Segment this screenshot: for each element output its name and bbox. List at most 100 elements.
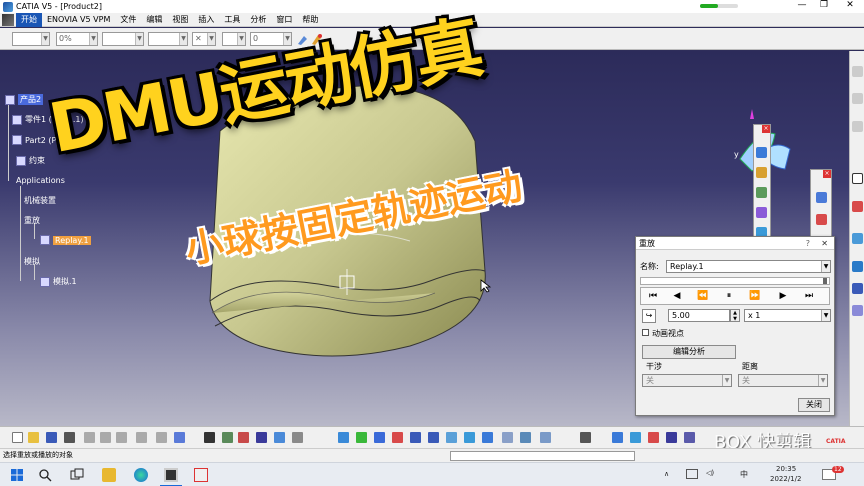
sectioning-icon[interactable] (666, 432, 677, 443)
tools-icon[interactable] (292, 432, 303, 443)
menu-insert[interactable]: 插入 (193, 13, 219, 27)
step-size-field[interactable]: 5.00 (668, 309, 730, 322)
transparency-field[interactable]: 0% ▼ (56, 32, 98, 46)
line-thickness-field[interactable]: ▼ (102, 32, 144, 46)
app-taskbar-icon[interactable] (194, 468, 208, 482)
tool-icon[interactable] (852, 261, 863, 272)
tool-icon[interactable] (852, 201, 863, 212)
play-forward-button[interactable]: ▶ (772, 289, 794, 303)
close-icon[interactable]: × (762, 125, 770, 133)
search-icon[interactable] (38, 468, 52, 482)
tool-icon[interactable] (852, 121, 863, 132)
step-backward-button[interactable]: ⏪ (692, 289, 714, 303)
redo-icon[interactable] (156, 432, 167, 443)
menu-view[interactable]: 视图 (167, 13, 193, 27)
comment-icon[interactable] (222, 432, 233, 443)
menu-window[interactable]: 窗口 (271, 13, 297, 27)
task-view-icon[interactable] (70, 468, 84, 482)
restore-button[interactable]: ❐ (814, 0, 834, 10)
menu-file[interactable]: 文件 (115, 13, 141, 27)
menu-tools[interactable]: 工具 (219, 13, 245, 27)
help-button[interactable]: ? (806, 237, 810, 250)
compass-icon[interactable] (612, 432, 623, 443)
distance-tool-icon[interactable] (816, 214, 827, 225)
windows-start-icon[interactable] (10, 468, 24, 482)
command-input[interactable] (450, 451, 635, 461)
tree-mechanism[interactable]: 机械装置 (24, 195, 56, 206)
whats-this-icon[interactable] (174, 432, 185, 443)
print-icon[interactable] (64, 432, 75, 443)
dialog-close-icon[interactable]: ✕ (821, 237, 828, 250)
select-arrow-icon[interactable] (852, 173, 863, 184)
catia-taskbar-icon[interactable] (164, 468, 178, 482)
animate-viewpoint-checkbox[interactable] (642, 329, 649, 336)
tree-replay-item[interactable]: Replay.1 (40, 235, 91, 245)
minimize-button[interactable]: — (792, 0, 812, 10)
tool-icon[interactable] (852, 93, 863, 104)
tree-simulation[interactable]: 模拟 (24, 256, 40, 267)
network-icon[interactable] (686, 469, 698, 479)
copy-icon[interactable] (100, 432, 111, 443)
speed-select[interactable]: x 1 ▼ (744, 309, 831, 322)
close-icon[interactable]: × (823, 170, 831, 178)
catia-menu-icon[interactable] (2, 13, 14, 26)
line-type-field[interactable]: ▼ (148, 32, 188, 46)
dialog-close-button[interactable]: 关闭 (798, 398, 830, 412)
step-spinner[interactable]: ▲ ▼ (730, 309, 740, 322)
normal-view-icon[interactable] (446, 432, 457, 443)
volume-icon[interactable]: ◁) (706, 469, 714, 477)
clock-time[interactable]: 20:35 (776, 465, 796, 473)
tool-icon[interactable] (852, 283, 863, 294)
track-icon[interactable] (630, 432, 641, 443)
product-structure-icon[interactable] (274, 432, 285, 443)
shading-icon[interactable] (502, 432, 513, 443)
formula-icon[interactable] (204, 432, 215, 443)
zoom-in-icon[interactable] (410, 432, 421, 443)
tray-chevron-icon[interactable]: ∧ (664, 470, 669, 478)
replay-tool-icon[interactable] (756, 167, 767, 178)
paste-icon[interactable] (116, 432, 127, 443)
pan-icon[interactable] (374, 432, 385, 443)
name-select[interactable]: Replay.1 ▼ (666, 260, 831, 273)
fit-all-icon[interactable] (356, 432, 367, 443)
swap-space-icon[interactable] (540, 432, 551, 443)
loop-mode-button[interactable]: ↪ (642, 309, 656, 323)
replay-scrubber[interactable] (640, 277, 830, 285)
tool-icon[interactable] (852, 233, 863, 244)
clash-tool-icon[interactable] (816, 192, 827, 203)
zoom-out-icon[interactable] (428, 432, 439, 443)
catalog-icon[interactable] (256, 432, 267, 443)
tree-replays[interactable]: 重放 (24, 215, 40, 226)
pause-button[interactable]: ⏸ (718, 289, 740, 303)
rotate-icon[interactable] (392, 432, 403, 443)
jump-end-button[interactable]: ⏭ (798, 289, 820, 303)
save-icon[interactable] (46, 432, 57, 443)
isometric-view-icon[interactable] (482, 432, 493, 443)
menu-analysis[interactable]: 分析 (245, 13, 271, 27)
edge-browser-icon[interactable] (134, 468, 148, 482)
notification-badge[interactable]: 12 (832, 466, 844, 473)
jump-start-button[interactable]: ⏮ (642, 289, 664, 303)
new-file-icon[interactable] (12, 432, 23, 443)
input-language[interactable]: 中 (740, 469, 748, 480)
tree-constraints[interactable]: 约束 (16, 155, 45, 166)
file-explorer-icon[interactable] (102, 468, 116, 482)
hide-show-icon[interactable] (520, 432, 531, 443)
tool-icon[interactable] (852, 66, 863, 77)
clock-date[interactable]: 2022/1/2 (770, 475, 801, 483)
undo-icon[interactable] (136, 432, 147, 443)
track-tool-icon[interactable] (756, 207, 767, 218)
step-forward-button[interactable]: ⏩ (744, 289, 766, 303)
close-button[interactable]: ✕ (840, 0, 860, 10)
tree-simulation-item[interactable]: 模拟.1 (40, 276, 77, 287)
simulation-tool-icon[interactable] (756, 147, 767, 158)
color-field[interactable]: ▼ (12, 32, 50, 46)
menu-enovia[interactable]: ENOVIA V5 VPM (42, 13, 115, 27)
menu-start[interactable]: 开始 (16, 12, 42, 27)
hyperlink-icon[interactable] (238, 432, 249, 443)
clash-icon[interactable] (648, 432, 659, 443)
multi-view-icon[interactable] (464, 432, 475, 443)
play-backward-button[interactable]: ◀ (666, 289, 688, 303)
edit-analysis-button[interactable]: 编辑分析 (642, 345, 736, 359)
distance-icon[interactable] (684, 432, 695, 443)
